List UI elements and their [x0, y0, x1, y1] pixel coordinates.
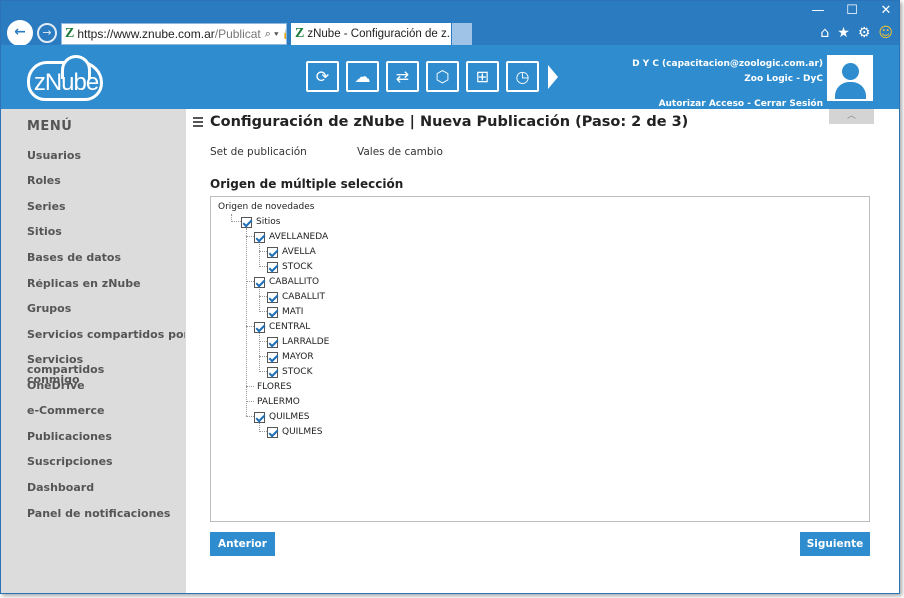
- cart-icon[interactable]: ⊞: [466, 61, 499, 92]
- user-info: D Y C (capacitacion@zoologic.com.ar) Zoo…: [632, 57, 823, 112]
- tree-node-larralde[interactable]: LARRALDE: [267, 336, 329, 348]
- user-company: Zoo Logic - DyC: [744, 74, 823, 84]
- toolbar: ⟳ ☁ ⇄ ⬡ ⊞ ◷: [306, 61, 558, 92]
- browser-icons: ⌂ ★ ⚙ ☺: [820, 25, 893, 41]
- more-arrow-icon[interactable]: [548, 64, 558, 89]
- logout-link[interactable]: Cerrar Sesión: [754, 99, 823, 109]
- address-bar[interactable]: Z https://www.znube.com.ar/Publicat ⌕▾🔒↻: [61, 23, 287, 45]
- tab-favicon-icon: Z: [295, 26, 305, 41]
- checkbox-larralde[interactable]: [267, 336, 278, 348]
- cloud-settings-icon[interactable]: ☁: [346, 61, 379, 92]
- tab-title: zNube - Configuración de z...: [307, 28, 451, 40]
- links-separator: -: [747, 99, 751, 109]
- tree-node-sitios[interactable]: Sitios: [241, 216, 280, 228]
- tree-node-mayor[interactable]: MAYOR: [267, 351, 314, 363]
- feedback-icon[interactable]: ☺: [878, 25, 893, 41]
- tree-node-caballit[interactable]: CABALLIT: [267, 291, 325, 303]
- sidebar-item-servicios-por-mi[interactable]: Servicios compartidos por mí: [27, 330, 185, 340]
- forward-button[interactable]: →: [37, 23, 57, 43]
- clock-icon[interactable]: ◷: [506, 61, 539, 92]
- sidebar-item-dashboard[interactable]: Dashboard: [27, 483, 185, 493]
- sidebar-item-publicaciones[interactable]: Publicaciones: [27, 432, 185, 442]
- close-icon[interactable]: ✕: [879, 3, 893, 18]
- sidebar: MENÚ Usuarios Roles Series Sitios Bases …: [1, 109, 186, 593]
- sidebar-item-bases-de-datos[interactable]: Bases de datos: [27, 253, 185, 263]
- hamburger-menu-icon[interactable]: [193, 117, 203, 127]
- search-icon: ⌕: [264, 28, 274, 40]
- url-path: /Publicat: [214, 27, 261, 41]
- znube-logo[interactable]: zNube: [27, 55, 103, 101]
- tree-node-stock-avellaneda[interactable]: STOCK: [267, 261, 312, 273]
- sidebar-item-onedrive[interactable]: OneDrive: [27, 381, 185, 391]
- main-content: ︿ Configuración de zNube | Nueva Publica…: [186, 109, 899, 593]
- sidebar-item-suscripciones[interactable]: Suscripciones: [27, 457, 185, 467]
- tree-node-central[interactable]: CENTRAL: [254, 321, 310, 333]
- lock-icon: 🔒: [282, 28, 286, 40]
- set-publicacion-value: Vales de cambio: [357, 146, 443, 158]
- home-icon[interactable]: ⌂: [820, 25, 829, 41]
- sidebar-item-replicas[interactable]: Réplicas en zNube: [27, 279, 185, 289]
- url-host: https://www.znube.com.ar: [77, 27, 215, 41]
- browser-window: — ☐ ✕ ← → Z https://www.znube.com.ar/Pub…: [0, 0, 900, 594]
- checkbox-caballito[interactable]: [254, 276, 265, 288]
- page-title: Configuración de zNube | Nueva Publicaci…: [210, 114, 689, 130]
- sidebar-item-sitios[interactable]: Sitios: [27, 227, 185, 237]
- checkbox-quilmes[interactable]: [254, 411, 265, 423]
- tree-node-quilmes-child[interactable]: QUILMES: [267, 426, 323, 438]
- tree-node-stock-central[interactable]: STOCK: [267, 366, 312, 378]
- authorize-access-link[interactable]: Autorizar Acceso: [659, 99, 745, 109]
- checkbox-stock-avellaneda[interactable]: [267, 261, 278, 273]
- tree-node-flores[interactable]: FLORES: [257, 381, 292, 393]
- previous-button[interactable]: Anterior: [210, 532, 275, 556]
- tree-node-avellaneda[interactable]: AVELLANEDA: [254, 231, 328, 243]
- minimize-icon[interactable]: —: [811, 3, 825, 18]
- tree-root: Origen de novedades: [218, 201, 314, 213]
- sidebar-item-grupos[interactable]: Grupos: [27, 304, 185, 314]
- sidebar-item-series[interactable]: Series: [27, 202, 185, 212]
- checkbox-avellaneda[interactable]: [254, 231, 265, 243]
- user-email: D Y C (capacitacion@zoologic.com.ar): [632, 59, 823, 69]
- box-icon[interactable]: ⬡: [426, 61, 459, 92]
- checkbox-sitios[interactable]: [241, 216, 252, 228]
- next-button[interactable]: Siguiente: [800, 532, 870, 556]
- browser-chrome: — ☐ ✕ ← → Z https://www.znube.com.ar/Pub…: [1, 1, 899, 46]
- gear-icon[interactable]: ⚙: [858, 25, 871, 41]
- tree-node-mati[interactable]: MATI: [267, 306, 303, 318]
- sidebar-item-roles[interactable]: Roles: [27, 176, 185, 186]
- checkbox-mayor[interactable]: [267, 351, 278, 363]
- favorites-icon[interactable]: ★: [837, 25, 850, 41]
- maximize-icon[interactable]: ☐: [845, 3, 859, 18]
- collapse-header-button[interactable]: ︿: [829, 109, 874, 124]
- new-tab-button[interactable]: [452, 23, 472, 45]
- tree-node-caballito[interactable]: CABALLITO: [254, 276, 319, 288]
- checkbox-mati[interactable]: [267, 306, 278, 318]
- tree-root-label: Origen de novedades: [218, 202, 315, 212]
- checkbox-quilmes-child[interactable]: [267, 426, 278, 438]
- tree-node-quilmes[interactable]: QUILMES: [254, 411, 310, 423]
- origin-tree: Origen de novedades Sitios AVELLANEDA AV…: [210, 196, 870, 522]
- sidebar-item-usuarios[interactable]: Usuarios: [27, 151, 185, 161]
- transfer-icon[interactable]: ⇄: [386, 61, 419, 92]
- avatar[interactable]: [827, 55, 873, 101]
- sidebar-item-notificaciones[interactable]: Panel de notificaciones: [27, 509, 185, 519]
- checkbox-stock-central[interactable]: [267, 366, 278, 378]
- tree-node-avella[interactable]: AVELLA: [267, 246, 316, 258]
- window-controls: — ☐ ✕: [811, 3, 893, 18]
- dropdown-icon: ▾: [273, 28, 282, 40]
- checkbox-caballit[interactable]: [267, 291, 278, 303]
- checkbox-central[interactable]: [254, 321, 265, 333]
- checkbox-avella[interactable]: [267, 246, 278, 258]
- sidebar-item-ecommerce[interactable]: e-Commerce: [27, 406, 185, 416]
- address-icons[interactable]: ⌕▾🔒↻: [264, 27, 286, 41]
- tree-node-palermo[interactable]: PALERMO: [257, 396, 300, 408]
- section-title: Origen de múltiple selección: [210, 177, 404, 191]
- app-header: zNube ⟳ ☁ ⇄ ⬡ ⊞ ◷ D Y C (capacitacion@zo…: [1, 45, 899, 109]
- favicon-icon: Z: [65, 26, 75, 41]
- sync-icon[interactable]: ⟳: [306, 61, 339, 92]
- set-publicacion-label: Set de publicación: [210, 146, 307, 158]
- back-button[interactable]: ←: [7, 20, 33, 46]
- tab-active[interactable]: Z zNube - Configuración de z... ✕: [291, 23, 451, 45]
- menu-title: MENÚ: [27, 119, 73, 134]
